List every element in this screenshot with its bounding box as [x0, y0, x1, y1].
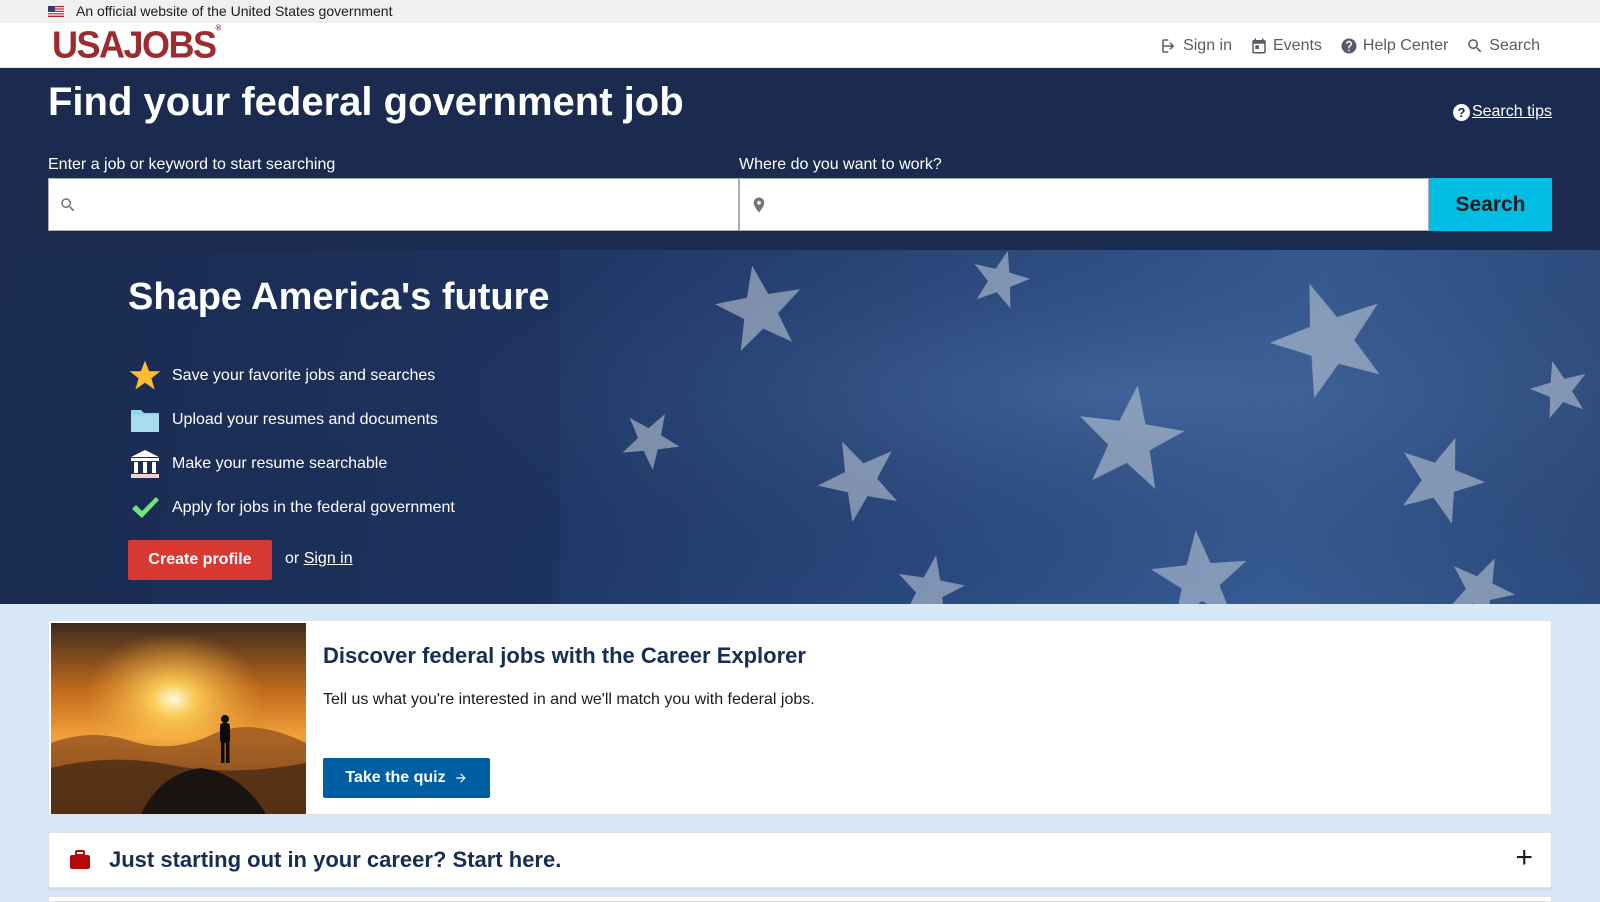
plus-icon[interactable]: + — [1515, 843, 1533, 873]
us-flag-icon — [48, 6, 64, 17]
government-building-icon — [128, 447, 162, 481]
gov-banner: An official website of the United States… — [0, 0, 1600, 23]
question-icon: ? — [1452, 103, 1470, 121]
page-title: Find your federal government job — [48, 80, 684, 124]
card-title: Discover federal jobs with the Career Ex… — [323, 643, 806, 668]
calendar-icon — [1252, 38, 1266, 53]
list-item: Apply for jobs in the federal government — [128, 486, 455, 530]
accordion-just-starting-out[interactable]: Just starting out in your career? Start … — [48, 832, 1552, 888]
usajobs-logo[interactable]: USAJOBS® — [52, 23, 221, 67]
next-accordion-edge — [48, 896, 1552, 902]
sunset-hiker-image — [51, 623, 306, 814]
nav-sign-in[interactable]: Sign in — [1160, 37, 1232, 55]
benefit-text: Upload your resumes and documents — [172, 411, 438, 428]
search-tips-label: Search tips — [1471, 103, 1552, 120]
location-search-box — [739, 178, 1429, 231]
nav-label: Sign in — [1183, 36, 1232, 54]
career-explorer-card: Discover federal jobs with the Career Ex… — [48, 620, 1552, 815]
gov-banner-text: An official website of the United States… — [76, 3, 393, 19]
hero-section: Find your federal government job ? Searc… — [0, 68, 1600, 604]
briefcase-icon — [70, 850, 90, 869]
arrow-right-icon — [455, 773, 466, 783]
location-label: Where do you want to work? — [739, 156, 942, 173]
or-sign-in: or Sign in — [285, 550, 353, 568]
sign-in-link[interactable]: Sign in — [304, 550, 353, 567]
benefit-text: Save your favorite jobs and searches — [172, 367, 436, 384]
location-pin-icon — [753, 197, 765, 212]
nav-events[interactable]: Events — [1250, 37, 1322, 55]
top-nav: Sign in Events Help Center Search — [1160, 23, 1540, 68]
star-icon — [128, 359, 162, 393]
search-tips-link[interactable]: ? Search tips — [1452, 103, 1552, 121]
location-input[interactable] — [768, 179, 1428, 230]
list-item: Make your resume searchable — [128, 442, 455, 486]
create-profile-button[interactable]: Create profile — [128, 540, 272, 580]
keyword-input[interactable] — [77, 179, 738, 230]
benefits-list: Save your favorite jobs and searches Upl… — [128, 354, 455, 530]
take-quiz-label: Take the quiz — [345, 769, 446, 786]
search-button[interactable]: Search — [1429, 178, 1552, 231]
take-quiz-button[interactable]: Take the quiz — [323, 758, 490, 798]
card-text: Tell us what you're interested in and we… — [323, 691, 815, 708]
site-header: USAJOBS® Sign in Events Help Center Sear… — [0, 23, 1600, 68]
accordion-title: Just starting out in your career? Start … — [109, 847, 562, 872]
benefit-text: Apply for jobs in the federal government — [172, 499, 455, 516]
keyword-search-box — [48, 178, 739, 231]
checkmark-icon — [128, 491, 162, 525]
sign-in-icon — [1162, 38, 1175, 53]
search-icon — [1468, 38, 1482, 52]
help-icon — [1341, 38, 1357, 53]
or-text: or — [285, 550, 300, 567]
folder-icon — [128, 403, 162, 437]
search-icon — [61, 197, 75, 211]
nav-help-center[interactable]: Help Center — [1340, 37, 1448, 55]
nav-label: Help Center — [1362, 36, 1449, 54]
benefit-text: Make your resume searchable — [172, 455, 388, 472]
list-item: Save your favorite jobs and searches — [128, 354, 455, 398]
list-item: Upload your resumes and documents — [128, 398, 455, 442]
keyword-label: Enter a job or keyword to start searchin… — [48, 156, 336, 173]
promo-title: Shape America's future — [128, 276, 550, 318]
nav-label: Search — [1489, 36, 1540, 54]
nav-label: Events — [1273, 36, 1322, 54]
nav-search[interactable]: Search — [1466, 37, 1540, 55]
